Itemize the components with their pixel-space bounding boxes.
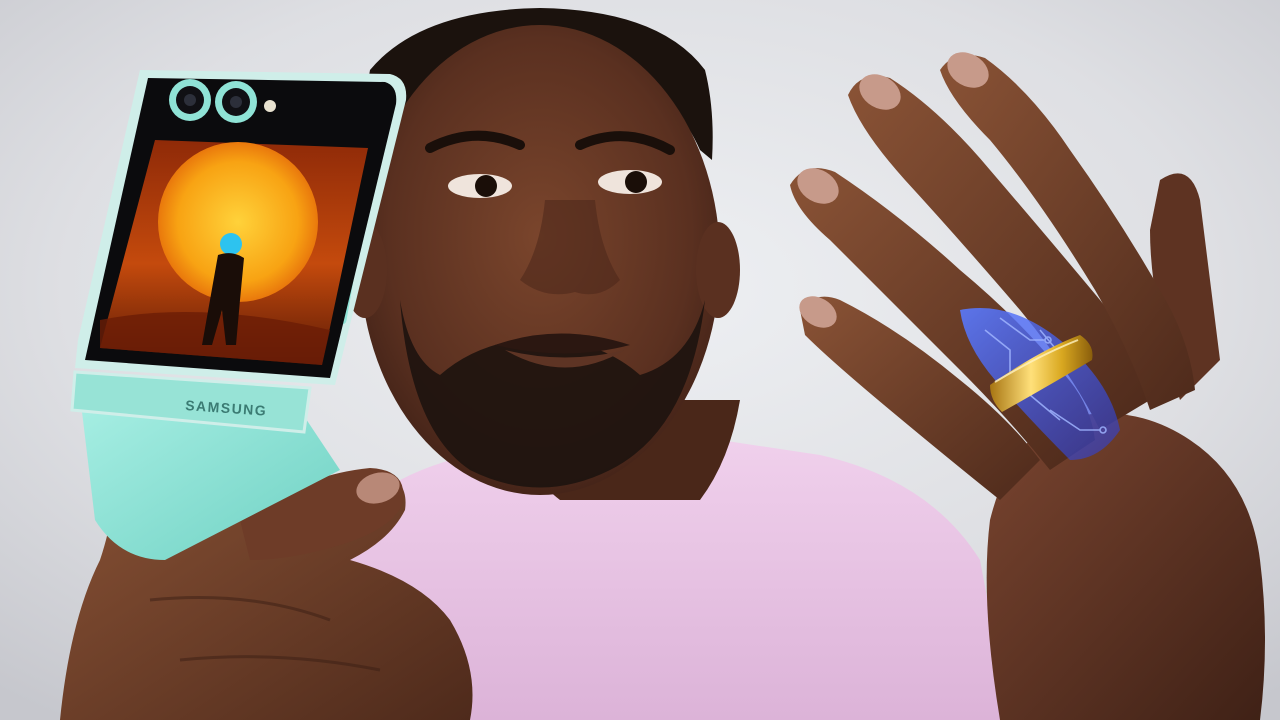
- flash-icon: [264, 100, 276, 112]
- photo-illustration: SAMSUNG: [0, 0, 1280, 720]
- right-ear: [696, 222, 740, 318]
- photo-scene: SAMSUNG: [0, 0, 1280, 720]
